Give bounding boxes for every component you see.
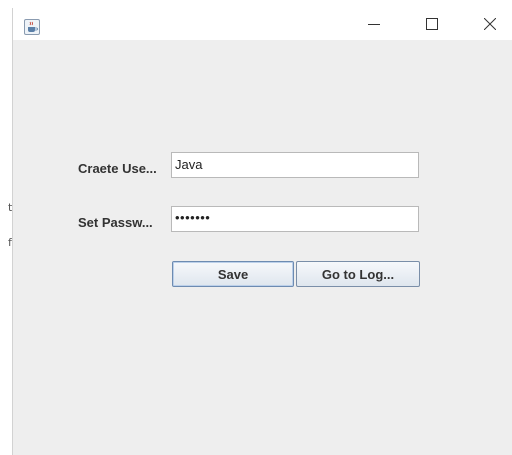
minimize-button[interactable] (351, 8, 397, 40)
maximize-button[interactable] (409, 8, 455, 40)
username-input[interactable]: Java (171, 152, 419, 178)
username-label: Craete Use... (78, 161, 157, 176)
close-button[interactable] (467, 8, 512, 40)
password-input[interactable]: ••••••• (171, 206, 419, 232)
minimize-icon (368, 24, 380, 25)
app-window: Craete Use... Java Set Passw... ••••••• … (12, 8, 512, 455)
password-label: Set Passw... (78, 215, 153, 230)
title-bar[interactable] (13, 8, 512, 40)
go-to-login-button[interactable]: Go to Log... (296, 261, 420, 287)
save-button[interactable]: Save (172, 261, 294, 287)
close-icon (484, 18, 496, 30)
maximize-icon (426, 18, 438, 30)
java-cup-icon (24, 19, 40, 35)
